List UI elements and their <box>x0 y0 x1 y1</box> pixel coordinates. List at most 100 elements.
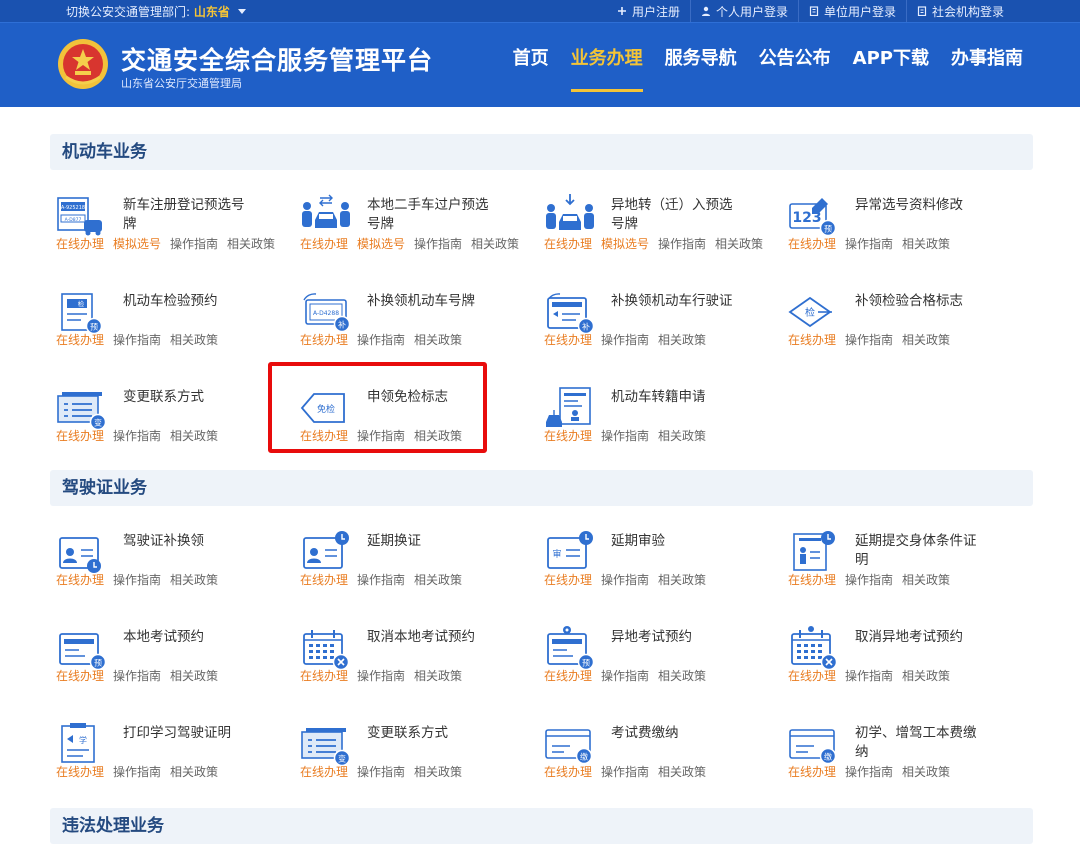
service-name[interactable]: 延期审验 <box>611 532 733 551</box>
service-item[interactable]: 预 本地考试预约 在线办理 操作指南 相关政策 <box>50 612 294 708</box>
simulate-select-link[interactable]: 模拟选号 <box>113 237 161 251</box>
related-policy-link[interactable]: 相关政策 <box>170 669 218 683</box>
related-policy-link[interactable]: 相关政策 <box>227 237 275 251</box>
service-item[interactable]: 异地转（迁）入预选号牌在线办理 模拟选号 操作指南 相关政策 <box>538 180 782 276</box>
service-item[interactable]: 变 变更联系方式 在线办理 操作指南 相关政策 <box>50 372 294 468</box>
service-name[interactable]: 新车注册登记预选号牌 <box>123 196 245 234</box>
service-item[interactable]: 延期换证 在线办理 操作指南 相关政策 <box>294 516 538 612</box>
operation-guide-link[interactable]: 操作指南 <box>601 429 649 443</box>
online-handle-link[interactable]: 在线办理 <box>544 573 592 587</box>
operation-guide-link[interactable]: 操作指南 <box>845 237 893 251</box>
related-policy-link[interactable]: 相关政策 <box>471 237 519 251</box>
online-handle-link[interactable]: 在线办理 <box>56 237 104 251</box>
related-policy-link[interactable]: 相关政策 <box>715 237 763 251</box>
service-item[interactable]: 机动车转籍申请 在线办理 操作指南 相关政策 <box>538 372 782 468</box>
online-handle-link[interactable]: 在线办理 <box>300 669 348 683</box>
online-handle-link[interactable]: 在线办理 <box>56 765 104 779</box>
related-policy-link[interactable]: 相关政策 <box>902 333 950 347</box>
operation-guide-link[interactable]: 操作指南 <box>357 333 405 347</box>
region-switcher[interactable]: 切换公安交通管理部门: 山东省 <box>66 3 246 20</box>
service-name[interactable]: 补换领机动车号牌 <box>367 292 489 311</box>
service-name[interactable]: 初学、增驾工本费缴纳 <box>855 724 977 762</box>
service-item[interactable]: 缴 初学、增驾工本费缴纳 在线办理 操作指南 相关政策 <box>782 708 1026 804</box>
related-policy-link[interactable]: 相关政策 <box>170 429 218 443</box>
operation-guide-link[interactable]: 操作指南 <box>845 573 893 587</box>
service-name[interactable]: 延期提交身体条件证明 <box>855 532 977 570</box>
related-policy-link[interactable]: 相关政策 <box>902 669 950 683</box>
operation-guide-link[interactable]: 操作指南 <box>845 765 893 779</box>
related-policy-link[interactable]: 相关政策 <box>658 573 706 587</box>
related-policy-link[interactable]: 相关政策 <box>170 765 218 779</box>
online-handle-link[interactable]: 在线办理 <box>300 573 348 587</box>
operation-guide-link[interactable]: 操作指南 <box>113 429 161 443</box>
service-item[interactable]: 学 打印学习驾驶证明 在线办理 操作指南 相关政策 <box>50 708 294 804</box>
service-name[interactable]: 异常选号资料修改 <box>855 196 977 215</box>
online-handle-link[interactable]: 在线办理 <box>56 429 104 443</box>
register-link[interactable]: 用户注册 <box>607 0 690 22</box>
related-policy-link[interactable]: 相关政策 <box>658 765 706 779</box>
simulate-select-link[interactable]: 模拟选号 <box>357 237 405 251</box>
online-handle-link[interactable]: 在线办理 <box>788 333 836 347</box>
institution-login-link[interactable]: 社会机构登录 <box>905 0 1014 22</box>
related-policy-link[interactable]: 相关政策 <box>902 765 950 779</box>
nav-business[interactable]: 业务办理 <box>560 23 654 108</box>
related-policy-link[interactable]: 相关政策 <box>902 237 950 251</box>
nav-home[interactable]: 首页 <box>502 23 560 108</box>
online-handle-link[interactable]: 在线办理 <box>544 237 592 251</box>
personal-login-link[interactable]: 个人用户登录 <box>689 0 798 22</box>
operation-guide-link[interactable]: 操作指南 <box>658 237 706 251</box>
service-item[interactable]: 123 预异常选号资料修改 在线办理 操作指南 相关政策 <box>782 180 1026 276</box>
nav-handling-guide[interactable]: 办事指南 <box>940 23 1034 108</box>
online-handle-link[interactable]: 在线办理 <box>300 765 348 779</box>
operation-guide-link[interactable]: 操作指南 <box>113 333 161 347</box>
related-policy-link[interactable]: 相关政策 <box>658 669 706 683</box>
nav-app-download[interactable]: APP下载 <box>842 23 940 108</box>
operation-guide-link[interactable]: 操作指南 <box>845 333 893 347</box>
service-name[interactable]: 本地二手车过户预选号牌 <box>367 196 489 234</box>
operation-guide-link[interactable]: 操作指南 <box>357 669 405 683</box>
service-item[interactable]: 缴 考试费缴纳 在线办理 操作指南 相关政策 <box>538 708 782 804</box>
service-item[interactable]: 检 补领检验合格标志 在线办理 操作指南 相关政策 <box>782 276 1026 372</box>
operation-guide-link[interactable]: 操作指南 <box>601 765 649 779</box>
online-handle-link[interactable]: 在线办理 <box>300 333 348 347</box>
service-name[interactable]: 变更联系方式 <box>367 724 489 743</box>
simulate-select-link[interactable]: 模拟选号 <box>601 237 649 251</box>
operation-guide-link[interactable]: 操作指南 <box>357 765 405 779</box>
service-item[interactable]: 驾驶证补换领 在线办理 操作指南 相关政策 <box>50 516 294 612</box>
online-handle-link[interactable]: 在线办理 <box>544 669 592 683</box>
service-item[interactable]: 本地二手车过户预选号牌 在线办理 模拟选号 操作指南 相关政策 <box>294 180 538 276</box>
service-item[interactable]: A-925218 A-D877 新车注册登记预选号牌 在线办理 模拟选号 操作指南 相关政策 <box>50 180 294 276</box>
service-item[interactable]: 补 补换领机动车行驶证 在线办理 操作指南 相关政策 <box>538 276 782 372</box>
online-handle-link[interactable]: 在线办理 <box>300 237 348 251</box>
operation-guide-link[interactable]: 操作指南 <box>601 573 649 587</box>
service-name[interactable]: 补换领机动车行驶证 <box>611 292 733 311</box>
related-policy-link[interactable]: 相关政策 <box>658 429 706 443</box>
online-handle-link[interactable]: 在线办理 <box>788 765 836 779</box>
service-name[interactable]: 取消异地考试预约 <box>855 628 977 647</box>
related-policy-link[interactable]: 相关政策 <box>902 573 950 587</box>
nav-service-guide[interactable]: 服务导航 <box>654 23 748 108</box>
online-handle-link[interactable]: 在线办理 <box>544 333 592 347</box>
online-handle-link[interactable]: 在线办理 <box>56 573 104 587</box>
service-item[interactable]: 取消异地考试预约 在线办理 操作指南 相关政策 <box>782 612 1026 708</box>
service-item[interactable]: 预 异地考试预约 在线办理 操作指南 相关政策 <box>538 612 782 708</box>
online-handle-link[interactable]: 在线办理 <box>56 669 104 683</box>
related-policy-link[interactable]: 相关政策 <box>414 333 462 347</box>
related-policy-link[interactable]: 相关政策 <box>658 333 706 347</box>
service-name[interactable]: 考试费缴纳 <box>611 724 733 743</box>
service-name[interactable]: 机动车检验预约 <box>123 292 245 311</box>
related-policy-link[interactable]: 相关政策 <box>414 573 462 587</box>
service-name[interactable]: 机动车转籍申请 <box>611 388 733 407</box>
operation-guide-link[interactable]: 操作指南 <box>601 669 649 683</box>
service-item[interactable]: 延期提交身体条件证明 在线办理 操作指南 相关政策 <box>782 516 1026 612</box>
service-name[interactable]: 取消本地考试预约 <box>367 628 489 647</box>
service-name[interactable]: 异地考试预约 <box>611 628 733 647</box>
operation-guide-link[interactable]: 操作指南 <box>170 237 218 251</box>
service-name[interactable]: 异地转（迁）入预选号牌 <box>611 196 733 234</box>
service-item[interactable]: 变 变更联系方式 在线办理 操作指南 相关政策 <box>294 708 538 804</box>
related-policy-link[interactable]: 相关政策 <box>170 333 218 347</box>
operation-guide-link[interactable]: 操作指南 <box>113 765 161 779</box>
related-policy-link[interactable]: 相关政策 <box>414 765 462 779</box>
nav-announcements[interactable]: 公告公布 <box>748 23 842 108</box>
service-name[interactable]: 补领检验合格标志 <box>855 292 977 311</box>
